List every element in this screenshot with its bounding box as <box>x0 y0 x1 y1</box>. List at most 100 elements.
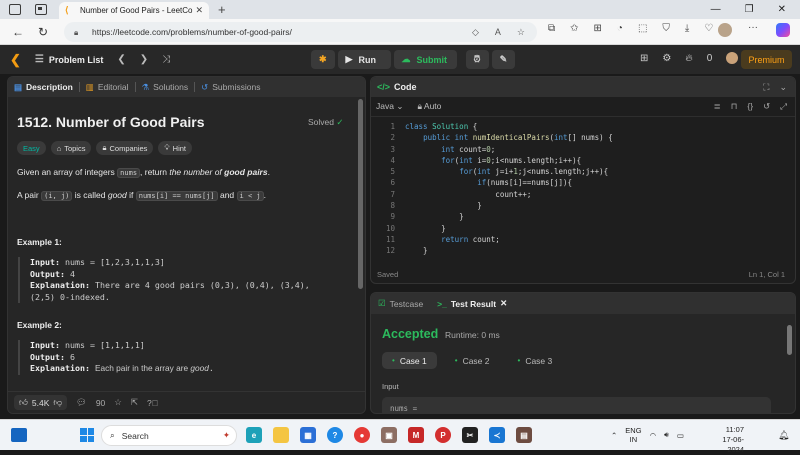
language-select[interactable]: Java ⌄ <box>376 101 403 112</box>
close-tab-icon[interactable]: ✕ <box>195 5 203 16</box>
app-icon[interactable]: ▣ <box>381 427 397 443</box>
shield-icon[interactable]: ⛉ <box>662 23 670 34</box>
like-button[interactable]: 👍︎ 5.4K 👎︎ <box>14 395 68 410</box>
chevron-down-icon[interactable]: ⌄ <box>779 82 787 93</box>
share-icon[interactable]: ⇱ <box>131 397 138 408</box>
format-icon[interactable]: ≣ <box>714 101 721 112</box>
star-icon[interactable]: ☆ <box>114 397 122 408</box>
chrome-app-icon[interactable]: ● <box>354 427 370 443</box>
url-field[interactable]: 🔒︎ https://leetcode.com/problems/number-… <box>64 22 537 42</box>
braces-icon[interactable]: {} <box>747 101 753 112</box>
fullscreen-icon[interactable]: ⤢ <box>780 101 787 112</box>
user-avatar[interactable] <box>726 52 739 64</box>
favorite-star-icon[interactable]: ☆ <box>517 27 525 38</box>
code-line[interactable]: 12 } <box>371 245 795 256</box>
code-line[interactable]: 7 count++; <box>371 189 795 200</box>
notification-bell-icon[interactable]: 🔔︎ <box>778 430 789 441</box>
close-icon[interactable]: ✕ <box>500 298 507 309</box>
read-aloud-icon[interactable]: A <box>495 27 501 38</box>
tab-editorial[interactable]: ▥ Editorial <box>80 82 135 93</box>
premium-button[interactable]: Premium <box>741 50 792 69</box>
topics-badge[interactable]: ⌂ Topics <box>50 141 92 155</box>
chevron-up-icon[interactable]: ⌃ <box>611 431 617 440</box>
leetcode-logo-icon[interactable]: ❮ <box>10 52 21 68</box>
heart-icon[interactable]: ♡ <box>704 23 713 34</box>
tracking-icon[interactable]: ◇ <box>472 27 479 38</box>
debug-button[interactable]: ✱ <box>311 50 335 69</box>
profile-icon[interactable] <box>9 4 21 15</box>
comment-icon[interactable]: 💬︎ <box>76 397 87 408</box>
browser-tab[interactable]: ⟨ Number of Good Pairs - LeetCo ✕ <box>59 2 209 19</box>
code-line[interactable]: 1 class Solution { <box>371 121 795 132</box>
hint-badge[interactable]: 💡︎ Hint <box>158 141 193 155</box>
code-line[interactable]: 8 } <box>371 200 795 211</box>
submit-button[interactable]: ☁ Submit <box>393 50 457 69</box>
tab-solutions[interactable]: ⚗ Solutions <box>136 82 195 93</box>
clock[interactable]: 11:07 17-06-2024 <box>708 425 744 455</box>
lock-icon[interactable]: 🔒︎ <box>74 28 82 37</box>
code-line[interactable]: 5 for(int j=i+1;j<nums.length;j++){ <box>371 166 795 177</box>
code-line[interactable]: 4 for(int i=0;i<nums.length;i++){ <box>371 155 795 166</box>
workspaces-icon[interactable] <box>35 4 47 15</box>
help-app-icon[interactable]: ? <box>327 427 343 443</box>
tab-test-result[interactable]: >_ Test Result ✕ <box>430 298 514 309</box>
pinterest-icon[interactable]: P <box>435 427 451 443</box>
close-window-icon[interactable]: ✕ <box>778 4 786 15</box>
test-scrollbar[interactable] <box>787 325 792 355</box>
back-icon[interactable]: ← <box>12 25 26 39</box>
case-tab[interactable]: • Case 1 <box>382 352 437 369</box>
speaker-icon[interactable]: 🔊︎ <box>664 430 669 440</box>
problem-title[interactable]: 1512. Number of Good Pairs <box>17 114 205 130</box>
file-explorer-icon[interactable] <box>273 427 289 443</box>
run-button[interactable]: ▶ Run <box>337 50 391 69</box>
taskbar-search[interactable]: ⌕ Search ✦ <box>101 425 237 446</box>
maximize-icon[interactable]: ❐ <box>745 4 754 15</box>
code-line[interactable]: 6 if(nums[i]==nums[j]){ <box>371 177 795 188</box>
case-tab[interactable]: • Case 3 <box>508 352 563 369</box>
edge-app-icon[interactable]: e <box>246 427 262 443</box>
shuffle-icon[interactable]: ⤨ <box>162 54 170 65</box>
tab-testcase[interactable]: ☑ Testcase <box>371 298 430 309</box>
maximize-icon[interactable]: ⛶ <box>763 82 769 93</box>
code-line[interactable]: 3 int count=0; <box>371 144 795 155</box>
new-tab-icon[interactable]: + <box>218 2 226 17</box>
capcut-icon[interactable]: ✂ <box>462 427 478 443</box>
input-value-box[interactable]: nums = <box>382 397 771 413</box>
vscode-icon[interactable]: ≺ <box>489 427 505 443</box>
case-tab[interactable]: • Case 2 <box>445 352 500 369</box>
next-problem-icon[interactable]: ❯ <box>140 54 148 65</box>
companies-badge[interactable]: 🔒︎ Companies <box>96 141 154 155</box>
more-options-icon[interactable]: ··· <box>748 22 758 33</box>
widgets-icon[interactable] <box>11 428 27 442</box>
reset-icon[interactable]: ↺ <box>763 101 770 112</box>
help-icon[interactable]: ?⃝ <box>147 398 158 408</box>
windows-start-icon[interactable] <box>80 428 94 442</box>
layout-icon[interactable]: ⊞ <box>640 53 648 64</box>
prev-problem-icon[interactable]: ❮ <box>117 54 125 65</box>
timer-button[interactable]: ⏰︎ <box>465 50 489 69</box>
battery-icon[interactable]: ▭ <box>677 431 684 440</box>
copilot-icon[interactable] <box>776 23 790 37</box>
code-line[interactable]: 11 return count; <box>371 234 795 245</box>
language-indicator[interactable]: ENG IN <box>625 426 641 444</box>
description-scrollbar[interactable] <box>358 99 363 289</box>
favorites-icon[interactable]: ✩ <box>570 23 578 34</box>
refresh-icon[interactable]: ↻ <box>38 25 52 39</box>
minimize-icon[interactable]: — <box>711 4 721 15</box>
split-screen-icon[interactable]: ⧉ <box>548 23 555 34</box>
code-line[interactable]: 9 } <box>371 211 795 222</box>
tab-submissions[interactable]: ↺ Submissions <box>195 82 266 93</box>
wifi-icon[interactable]: ◠ <box>650 431 657 440</box>
avatar[interactable] <box>718 23 732 37</box>
app-icon[interactable]: ▤ <box>516 427 532 443</box>
extensions-icon[interactable]: ⬚ <box>638 23 647 34</box>
tab-description[interactable]: ▤ Description <box>8 82 79 93</box>
collections-icon[interactable]: ⊞ <box>594 23 602 34</box>
notes-button[interactable]: ✎ <box>491 50 516 69</box>
mcafee-icon[interactable]: M <box>408 427 424 443</box>
code-line[interactable]: 2 public int numIdenticalPairs(int[] num… <box>371 132 795 143</box>
settings-gear-icon[interactable]: ⚙ <box>662 53 671 64</box>
bookmark-icon[interactable]: ⊓ <box>731 101 738 112</box>
problem-list-link[interactable]: ☰ Problem List <box>35 54 103 65</box>
code-area[interactable]: 1 class Solution {2 public int numIdentic… <box>371 121 795 257</box>
